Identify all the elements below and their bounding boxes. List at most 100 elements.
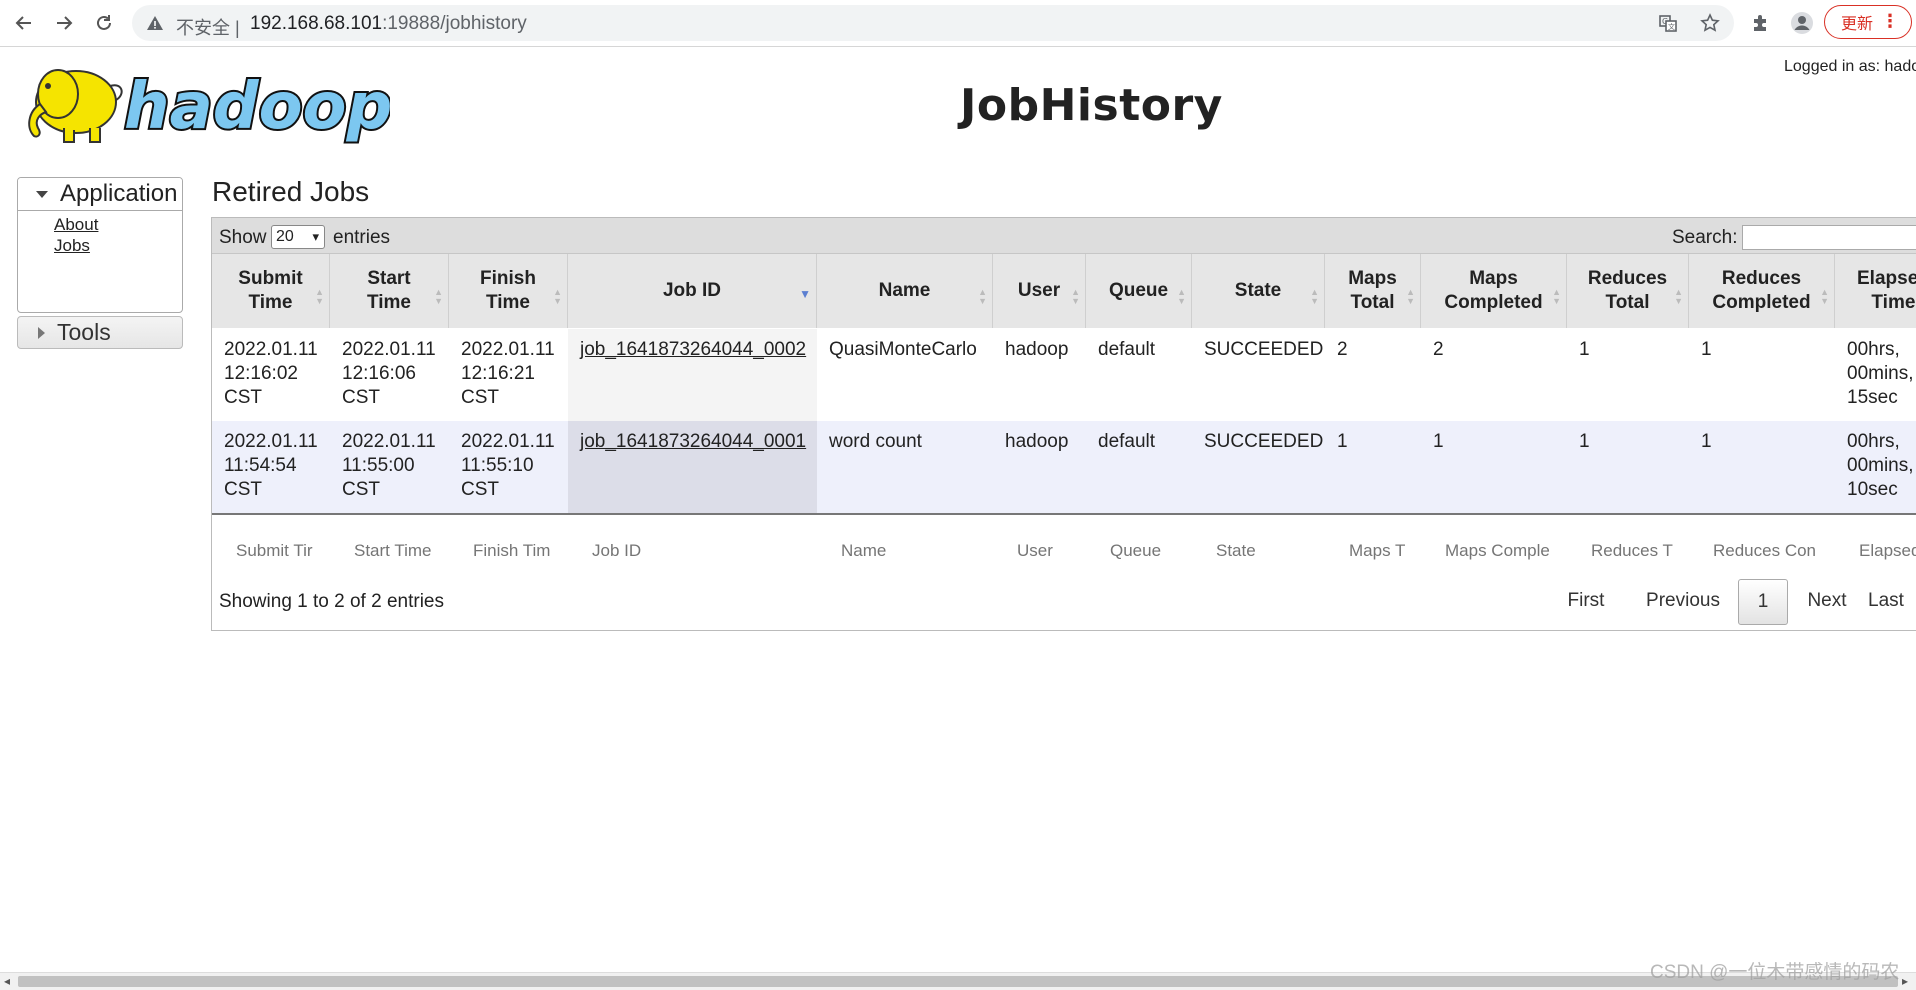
search-label: Search:: [1672, 227, 1738, 248]
sort-icon: ▲ ▼: [1310, 287, 1319, 306]
update-button[interactable]: 更新 ⋮: [1824, 5, 1912, 39]
cell-job-id: job_1641873264044_0002: [568, 329, 817, 421]
filter-reduces-completed[interactable]: [1689, 536, 1835, 566]
table-body-border: [212, 513, 1916, 515]
cell-reduces-completed: 1: [1689, 329, 1835, 421]
url-path: :19888/jobhistory: [382, 13, 527, 34]
cell-job-id: job_1641873264044_0001: [568, 421, 817, 513]
filter-submit-time[interactable]: [212, 536, 330, 566]
cell-name: word count: [817, 421, 993, 513]
col-finish-time[interactable]: Finish Time ▲ ▼: [449, 254, 568, 328]
cell-maps-total: 2: [1325, 329, 1421, 421]
cell-reduces-total: 1: [1567, 329, 1689, 421]
page-length-select[interactable]: 20 ▾: [271, 225, 325, 249]
cell-reduces-completed: 1: [1689, 421, 1835, 513]
col-label: Queue: [1108, 280, 1169, 301]
sidebar-tools-toggle[interactable]: Tools: [17, 316, 183, 349]
cell-elapsed-time: 00hrs, 00mins, 15sec: [1835, 329, 1916, 421]
filter-job-id[interactable]: [568, 536, 817, 566]
application-toggle[interactable]: Application: [18, 178, 182, 211]
caret-right-icon: [38, 326, 45, 339]
address-bar[interactable]: 不安全 | 192.168.68.101:19888/jobhistory G文: [132, 5, 1734, 41]
cell-start-time: 2022.01.11 12:16:06 CST: [330, 329, 449, 421]
cell-maps-completed: 2: [1421, 329, 1567, 421]
job-id-link[interactable]: job_1641873264044_0002: [580, 339, 806, 360]
filter-maps-total[interactable]: [1325, 536, 1421, 566]
col-maps-completed[interactable]: Maps Completed ▲ ▼: [1421, 254, 1567, 328]
col-reduces-total[interactable]: Reduces Total ▲ ▼: [1567, 254, 1689, 328]
hadoop-logo: hadoop: [18, 56, 394, 148]
col-maps-total[interactable]: Maps Total ▲ ▼: [1325, 254, 1421, 328]
application-label: Application: [60, 180, 178, 207]
reload-icon[interactable]: [88, 7, 120, 39]
col-label: Job ID: [662, 280, 722, 301]
table-toolbar: Show 20 ▾ entries Search:: [212, 218, 1916, 254]
col-label: Finish Time: [480, 268, 536, 313]
cell-elapsed-time: 00hrs, 00mins, 10sec: [1835, 421, 1916, 513]
tools-label: Tools: [57, 319, 111, 345]
caret-down-icon: [36, 190, 48, 198]
col-reduces-completed[interactable]: Reduces Completed ▲ ▼: [1689, 254, 1835, 328]
horizontal-scrollbar[interactable]: ◂ ▸: [0, 972, 1916, 990]
back-icon[interactable]: [8, 7, 40, 39]
page-1-button[interactable]: 1: [1738, 579, 1788, 625]
scroll-left-icon[interactable]: ◂: [4, 974, 10, 988]
menu-dots-icon: ⋮: [1881, 11, 1899, 31]
col-label: State: [1234, 280, 1282, 301]
cell-finish-time: 2022.01.11 12:16:21 CST: [449, 329, 568, 421]
filter-user[interactable]: [993, 536, 1086, 566]
star-icon[interactable]: [1698, 11, 1722, 35]
page-last-button[interactable]: Last: [1868, 579, 1916, 623]
sort-icon: ▲ ▼: [1071, 287, 1080, 306]
search-input[interactable]: [1742, 225, 1916, 250]
svg-text:文: 文: [1668, 22, 1675, 31]
col-label: User: [1017, 280, 1061, 301]
page-length-value: 20: [276, 228, 294, 245]
sidebar-link-jobs[interactable]: Jobs: [54, 236, 90, 256]
cell-queue: default: [1086, 421, 1192, 513]
col-job-id[interactable]: Job ID ▼: [568, 254, 817, 328]
svg-text:hadoop: hadoop: [124, 70, 390, 144]
filter-elapsed-time[interactable]: [1835, 536, 1916, 566]
cell-submit-time: 2022.01.11 11:54:54 CST: [212, 421, 330, 513]
filter-state[interactable]: [1192, 536, 1325, 566]
translate-icon[interactable]: G文: [1656, 11, 1680, 35]
sort-icon: ▲ ▼: [1674, 287, 1683, 306]
col-submit-time[interactable]: Submit Time ▲ ▼: [212, 254, 330, 328]
extensions-icon[interactable]: [1744, 7, 1776, 39]
cell-maps-completed: 1: [1421, 421, 1567, 513]
cell-start-time: 2022.01.11 11:55:00 CST: [330, 421, 449, 513]
forward-icon[interactable]: [48, 7, 80, 39]
show-label: Show: [219, 227, 267, 248]
filter-maps-completed[interactable]: [1421, 536, 1567, 566]
col-label: Maps Total: [1348, 268, 1397, 313]
col-label: Name: [878, 280, 931, 301]
sort-icon: ▲ ▼: [1177, 287, 1186, 306]
page-title: JobHistory: [960, 80, 1223, 131]
warning-icon: [147, 16, 163, 30]
sidebar-link-about[interactable]: About: [54, 215, 98, 235]
scrollbar-thumb[interactable]: [18, 976, 1898, 987]
col-queue[interactable]: Queue ▲ ▼: [1086, 254, 1192, 328]
filter-name[interactable]: [817, 536, 993, 566]
page-first-button[interactable]: First: [1551, 579, 1621, 623]
col-elapsed-time[interactable]: Elapsed Time: [1835, 254, 1916, 328]
profile-icon[interactable]: [1786, 7, 1818, 39]
job-id-link[interactable]: job_1641873264044_0001: [580, 431, 806, 452]
sort-icon: ▲ ▼: [978, 287, 987, 306]
sort-desc-icon: ▼: [799, 287, 811, 301]
filter-reduces-total[interactable]: [1567, 536, 1689, 566]
col-label: Submit Time: [238, 268, 303, 313]
col-start-time[interactable]: Start Time ▲ ▼: [330, 254, 449, 328]
col-name[interactable]: Name ▲ ▼: [817, 254, 993, 328]
col-label: Elapsed Time: [1857, 268, 1916, 313]
filter-finish-time[interactable]: [449, 536, 568, 566]
page-next-button[interactable]: Next: [1792, 579, 1862, 623]
col-state[interactable]: State ▲ ▼: [1192, 254, 1325, 328]
col-user[interactable]: User ▲ ▼: [993, 254, 1086, 328]
filter-queue[interactable]: [1086, 536, 1192, 566]
scroll-right-icon[interactable]: ▸: [1902, 974, 1908, 988]
page-previous-button[interactable]: Previous: [1633, 579, 1733, 623]
filter-start-time[interactable]: [330, 536, 449, 566]
sort-icon: ▲ ▼: [1406, 287, 1415, 306]
